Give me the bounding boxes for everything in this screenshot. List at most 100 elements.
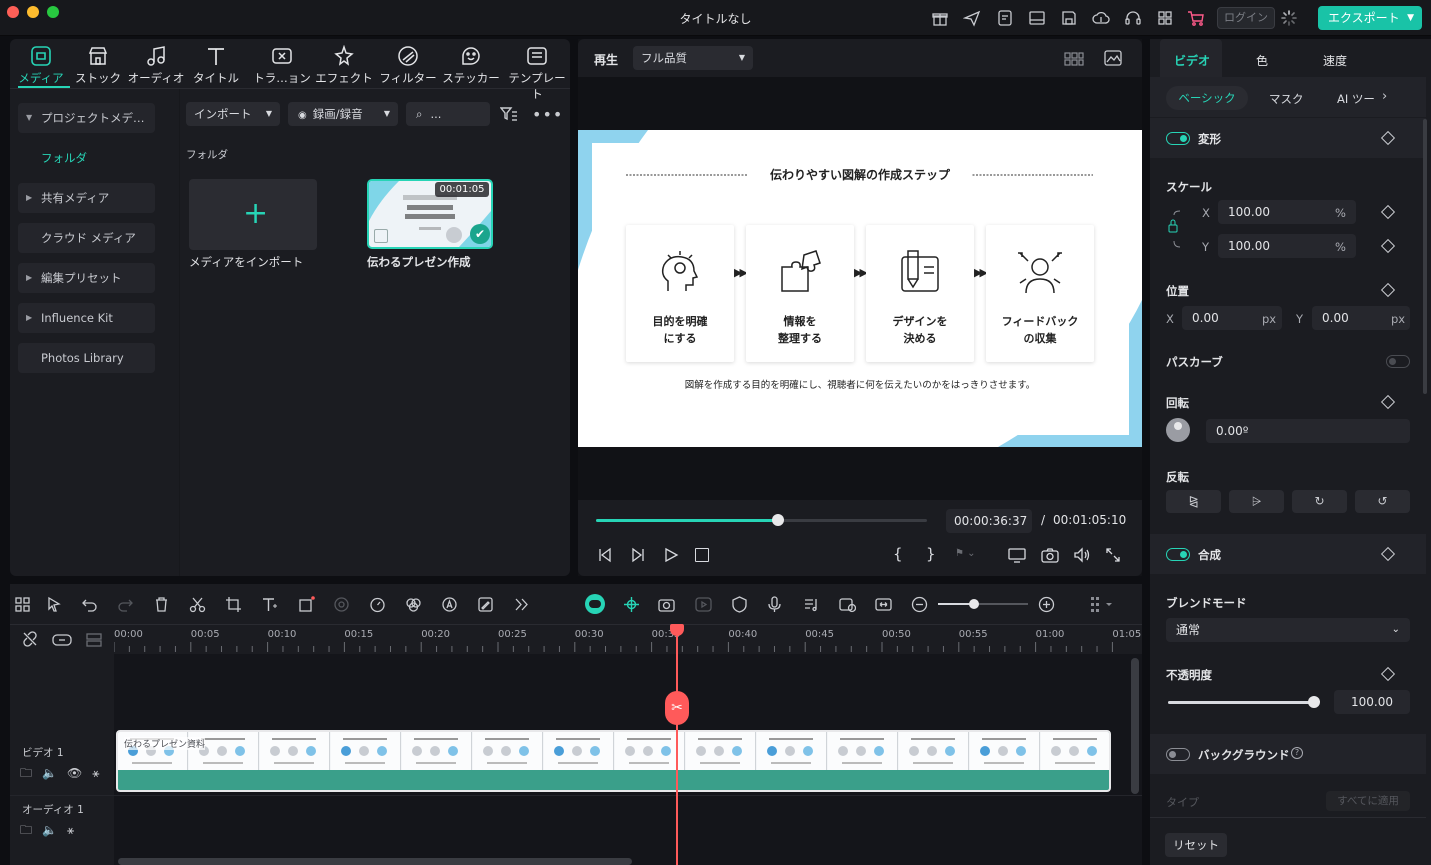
search-input[interactable]: ⌕... [406, 102, 490, 126]
playhead[interactable] [676, 624, 678, 865]
tab-filters[interactable]: フィルター [378, 45, 438, 87]
opacity-input[interactable]: 100.00 [1334, 690, 1410, 714]
tab-stickers[interactable]: ステッカー [441, 45, 501, 87]
rotation-input[interactable]: 0.00º [1206, 419, 1410, 443]
zoom-slider-handle[interactable] [969, 599, 979, 609]
microphone-icon[interactable] [766, 596, 783, 613]
composite-toggle[interactable] [1166, 548, 1190, 561]
crop-icon[interactable] [225, 596, 242, 613]
track-height-icon[interactable] [86, 632, 102, 648]
keyframe-diamond-icon[interactable] [1380, 666, 1396, 682]
video-preview[interactable]: 伝わりやすい図解の作成ステップ 目的を明確 にする ▶▶ 情報を 整理する ▶▶… [578, 130, 1142, 447]
gift-icon[interactable] [931, 9, 949, 27]
keyframe-diamond-icon[interactable] [1380, 394, 1396, 410]
subtab-mask[interactable]: マスク [1269, 91, 1304, 107]
link-icon[interactable] [52, 633, 72, 647]
layout-icon[interactable] [1028, 9, 1046, 27]
blend-mode-dropdown[interactable]: 通常 ⌄ [1166, 618, 1410, 642]
tab-transitions[interactable]: トラ…ョン [252, 45, 312, 87]
keyframe-diamond-icon[interactable] [1380, 204, 1396, 220]
progress-handle[interactable] [772, 514, 785, 526]
cart-icon[interactable] [1187, 9, 1205, 27]
tab-media[interactable]: メディア [11, 45, 71, 87]
subtab-basic[interactable]: ベーシック [1166, 86, 1248, 110]
tab-stock[interactable]: ストック [68, 45, 128, 87]
keyframe-diamond-icon[interactable] [1380, 282, 1396, 298]
trash-icon[interactable] [153, 596, 170, 613]
fit-width-icon[interactable] [875, 596, 892, 613]
zoom-out-icon[interactable] [911, 596, 928, 613]
lock-icon[interactable] [1166, 209, 1186, 249]
magic-wand-icon[interactable]: ⚹ [67, 823, 84, 837]
cloud-upload-icon[interactable] [1092, 9, 1110, 27]
ai-edit-icon[interactable] [477, 596, 494, 613]
zoom-in-icon[interactable] [1038, 596, 1055, 613]
opacity-slider-handle[interactable] [1308, 696, 1320, 708]
save-icon[interactable] [1060, 9, 1078, 27]
rotate-right-button[interactable]: ↻ [1292, 490, 1347, 513]
marker-dropdown-icon[interactable]: ⚑ ⌄ [955, 548, 981, 562]
shape-tool-icon[interactable] [298, 596, 315, 613]
background-toggle[interactable] [1166, 748, 1190, 761]
play-icon[interactable] [663, 547, 679, 563]
headset-icon[interactable] [1124, 9, 1142, 27]
audio-list-icon[interactable] [803, 596, 820, 613]
reset-button[interactable]: リセット [1165, 833, 1227, 857]
send-icon[interactable] [963, 9, 981, 27]
login-button[interactable]: ログイン [1217, 7, 1275, 29]
filter-sort-icon[interactable] [500, 106, 518, 122]
split-scissors-icon[interactable]: ✂ [665, 691, 689, 725]
help-icon[interactable]: ? [1291, 747, 1303, 759]
tab-effects[interactable]: エフェクト [314, 45, 374, 87]
properties-scrollbar[interactable] [1423, 119, 1427, 394]
clip-sync-icon[interactable] [839, 596, 856, 613]
mark-in-icon[interactable]: { [893, 545, 903, 563]
flip-vertical-button[interactable]: ⩥ [1229, 490, 1284, 513]
camera-add-icon[interactable] [658, 596, 675, 613]
image-icon[interactable] [1104, 50, 1122, 66]
shield-icon[interactable] [731, 596, 748, 613]
ai-tool-icon[interactable] [441, 596, 458, 613]
grid-view-icon[interactable] [1064, 52, 1084, 66]
snap-icon[interactable] [623, 596, 640, 613]
fullscreen-icon[interactable] [1106, 548, 1120, 562]
apply-all-button[interactable]: すべてに適用 [1326, 791, 1410, 811]
quality-dropdown[interactable]: フル品質 ▼ [633, 46, 753, 70]
speed-icon[interactable] [369, 596, 386, 613]
grid-apps-icon[interactable] [1156, 9, 1174, 27]
eye-icon[interactable]: 👁 [67, 766, 92, 780]
keyframe-diamond-icon[interactable] [1380, 238, 1396, 254]
color-match-icon[interactable] [405, 596, 422, 613]
stop-icon[interactable] [695, 548, 709, 562]
folder-icon[interactable]: 🗀 [20, 766, 42, 780]
more-options-icon[interactable]: ••• [532, 105, 563, 124]
motion-tool-icon[interactable] [333, 596, 350, 613]
volume-icon[interactable]: 🔈 [42, 766, 67, 780]
magic-wand-icon[interactable]: ⚹ [92, 766, 109, 780]
ai-assistant-icon[interactable] [585, 594, 605, 614]
chevron-right-icon[interactable]: › [1382, 89, 1387, 104]
sidebar-item-shared-media[interactable]: ▶ 共有メディア [18, 183, 155, 213]
export-button[interactable]: エクスポート ▼ [1318, 6, 1422, 30]
timeline-vertical-scrollbar[interactable] [1131, 658, 1139, 794]
tab-audio[interactable]: オーディオ [126, 45, 186, 87]
display-icon[interactable] [1008, 547, 1026, 563]
previous-frame-icon[interactable] [597, 547, 613, 563]
chevron-down-icon[interactable]: ▼ [1407, 6, 1414, 30]
more-tools-icon[interactable] [513, 596, 530, 613]
undo-icon[interactable] [81, 596, 98, 613]
record-dropdown[interactable]: ◉ 録画/録音 ▼ [288, 102, 398, 126]
sidebar-item-influence-kit[interactable]: ▶ Influence Kit [18, 303, 155, 333]
tab-titles[interactable]: タイトル [186, 45, 246, 87]
volume-icon[interactable] [1073, 547, 1091, 563]
transform-toggle[interactable] [1166, 132, 1190, 145]
rotate-left-button[interactable]: ↺ [1355, 490, 1410, 513]
sidebar-item-edit-presets[interactable]: ▶ 編集プリセット [18, 263, 155, 293]
grid-layout-icon[interactable] [14, 596, 31, 613]
select-pointer-icon[interactable] [46, 596, 63, 613]
flip-horizontal-button[interactable]: ⧎ [1166, 490, 1221, 513]
tab-templates[interactable]: テンプレート [505, 45, 569, 101]
path-curve-toggle[interactable] [1386, 355, 1410, 368]
tab-speed[interactable]: 速度 [1323, 52, 1347, 69]
text-tool-icon[interactable] [261, 596, 278, 613]
